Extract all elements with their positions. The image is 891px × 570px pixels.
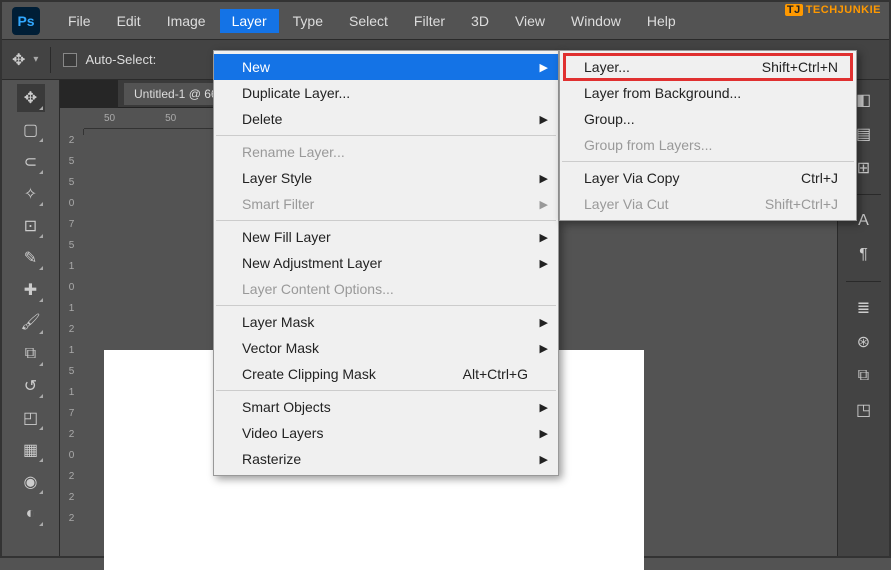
menu-item-delete[interactable]: Delete▶ bbox=[214, 106, 558, 132]
history-tool[interactable]: ↺ bbox=[17, 372, 45, 400]
menu-image[interactable]: Image bbox=[155, 9, 218, 33]
menu-3d[interactable]: 3D bbox=[459, 9, 501, 33]
menu-item-smart-filter: Smart Filter▶ bbox=[214, 191, 558, 217]
menu-item-duplicate-layer-[interactable]: Duplicate Layer... bbox=[214, 80, 558, 106]
menu-item-video-layers[interactable]: Video Layers▶ bbox=[214, 420, 558, 446]
submenu-item-group-from-layers-: Group from Layers... bbox=[560, 132, 856, 158]
layers-panel-icon[interactable]: ≣ bbox=[852, 296, 876, 320]
submenu-item-layer-[interactable]: Layer...Shift+Ctrl+N bbox=[560, 54, 856, 80]
menu-help[interactable]: Help bbox=[635, 9, 688, 33]
menu-item-rasterize[interactable]: Rasterize▶ bbox=[214, 446, 558, 472]
brush-panel-icon[interactable]: ⊛ bbox=[852, 330, 876, 354]
menu-item-create-clipping-mask[interactable]: Create Clipping MaskAlt+Ctrl+G bbox=[214, 361, 558, 387]
tool-preset-arrow-icon[interactable]: ▾ bbox=[33, 54, 38, 65]
layer-menu-dropdown: New▶Duplicate Layer...Delete▶ Rename Laye… bbox=[213, 50, 559, 476]
tools-panel: ✥ ▢ ⊂ ✧ ⊡ ✎ ✚ 🖌 ⧉ ↺ ◰ ▦ ◉ ◐ bbox=[2, 80, 60, 556]
menu-item-new-fill-layer[interactable]: New Fill Layer▶ bbox=[214, 224, 558, 250]
gradient-tool[interactable]: ▦ bbox=[17, 436, 45, 464]
app-logo: Ps bbox=[12, 7, 40, 35]
menu-view[interactable]: View bbox=[503, 9, 557, 33]
menu-file[interactable]: File bbox=[56, 9, 103, 33]
divider bbox=[50, 47, 51, 73]
menu-select[interactable]: Select bbox=[337, 9, 400, 33]
marquee-tool[interactable]: ▢ bbox=[17, 116, 45, 144]
menu-window[interactable]: Window bbox=[559, 9, 633, 33]
brush-tool[interactable]: 🖌 bbox=[17, 308, 45, 336]
heal-tool[interactable]: ✚ bbox=[17, 276, 45, 304]
lasso-tool[interactable]: ⊂ bbox=[17, 148, 45, 176]
menu-edit[interactable]: Edit bbox=[105, 9, 153, 33]
menu-item-vector-mask[interactable]: Vector Mask▶ bbox=[214, 335, 558, 361]
menu-item-smart-objects[interactable]: Smart Objects▶ bbox=[214, 394, 558, 420]
move-tool[interactable]: ✥ bbox=[17, 84, 45, 112]
crop-tool[interactable]: ⊡ bbox=[17, 212, 45, 240]
auto-select-checkbox[interactable] bbox=[63, 53, 77, 67]
menu-item-layer-content-options-: Layer Content Options... bbox=[214, 276, 558, 302]
wand-tool[interactable]: ✧ bbox=[17, 180, 45, 208]
menu-item-new[interactable]: New▶ bbox=[214, 54, 558, 80]
eraser-tool[interactable]: ◰ bbox=[17, 404, 45, 432]
top-menubar: Ps FileEditImageLayerTypeSelectFilter3DV… bbox=[2, 2, 889, 40]
menu-item-layer-style[interactable]: Layer Style▶ bbox=[214, 165, 558, 191]
eyedrop-tool[interactable]: ✎ bbox=[17, 244, 45, 272]
submenu-item-layer-via-cut: Layer Via CutShift+Ctrl+J bbox=[560, 191, 856, 217]
menu-item-layer-mask[interactable]: Layer Mask▶ bbox=[214, 309, 558, 335]
ruler-vertical: 2550751012151720222 bbox=[60, 129, 84, 135]
submenu-item-layer-from-background-[interactable]: Layer from Background... bbox=[560, 80, 856, 106]
menu-filter[interactable]: Filter bbox=[402, 9, 457, 33]
submenu-item-group-[interactable]: Group... bbox=[560, 106, 856, 132]
blur-tool[interactable]: ◉ bbox=[17, 468, 45, 496]
menu-layer[interactable]: Layer bbox=[220, 9, 279, 33]
paragraph-panel-icon[interactable]: ¶ bbox=[852, 243, 876, 267]
move-tool-icon: ✥ bbox=[12, 50, 25, 70]
menu-item-rename-layer-: Rename Layer... bbox=[214, 139, 558, 165]
menu-item-new-adjustment-layer[interactable]: New Adjustment Layer▶ bbox=[214, 250, 558, 276]
submenu-item-layer-via-copy[interactable]: Layer Via CopyCtrl+J bbox=[560, 165, 856, 191]
dodge-tool[interactable]: ◐ bbox=[17, 500, 45, 528]
3d-panel-icon[interactable]: ◳ bbox=[852, 398, 876, 422]
watermark: TJTECHJUNKIE bbox=[785, 4, 881, 16]
new-submenu: Layer...Shift+Ctrl+NLayer from Backgroun… bbox=[559, 50, 857, 221]
clone-panel-icon[interactable]: ⧉ bbox=[852, 364, 876, 388]
auto-select-label: Auto-Select: bbox=[85, 52, 156, 67]
stamp-tool[interactable]: ⧉ bbox=[17, 340, 45, 368]
menu-type[interactable]: Type bbox=[281, 9, 335, 33]
